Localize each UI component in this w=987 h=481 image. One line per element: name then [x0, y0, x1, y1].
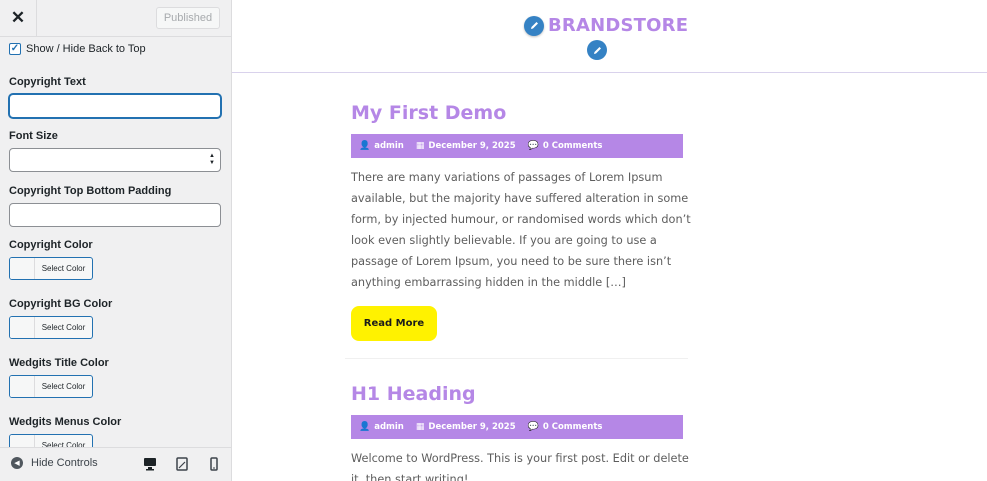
publish-button[interactable]: Published — [156, 7, 220, 29]
checkmark-icon: ✓ — [10, 43, 20, 54]
mobile-icon — [210, 457, 218, 471]
mobile-preview-button[interactable] — [207, 457, 221, 471]
hide-controls-label: Hide Controls — [31, 457, 98, 469]
select-color-label: Select Color — [41, 382, 86, 391]
author-name: admin — [374, 141, 404, 151]
comments-text: 0 Comments — [542, 141, 603, 151]
read-more-button[interactable]: Read More — [351, 306, 437, 341]
copyright-padding-label: Copyright Top Bottom Padding — [9, 185, 172, 197]
select-color-label: Select Color — [41, 323, 86, 332]
select-color-label: Select Color — [41, 264, 86, 273]
select-color-label: Select Color — [41, 441, 86, 447]
number-stepper-icon[interactable]: ▲ ▼ — [208, 153, 216, 167]
tablet-icon — [176, 457, 188, 471]
post-excerpt: There are many variations of passages of… — [351, 171, 691, 289]
post-date[interactable]: ▦ December 9, 2025 — [416, 141, 516, 151]
post-comments[interactable]: 💬 0 Comments — [528, 141, 603, 151]
back-to-top-checkbox[interactable]: ✓ — [9, 43, 21, 55]
comments-icon: 💬 — [527, 141, 539, 151]
edit-shortcut-icon[interactable] — [524, 15, 544, 36]
post-card: My First Demo 👤 admin ▦ December 9, 2025 💬… — [351, 102, 691, 341]
post-card: H1 Heading 👤 admin ▦ December 9, 2025 💬 0 C… — [351, 383, 689, 481]
post-meta-bar: 👤 admin ▦ December 9, 2025 💬 0 Comments — [351, 415, 683, 439]
hide-controls-button[interactable]: ◀ Hide Controls — [11, 457, 98, 469]
color-swatch — [10, 435, 35, 447]
brand-name: BRANDSTORE — [548, 15, 689, 36]
post-title[interactable]: My First Demo — [351, 102, 683, 124]
widgets-menus-color-button[interactable]: Select Color — [9, 434, 93, 447]
sidebar-controls: ✓ Show / Hide Back to Top Copyright Text… — [0, 37, 231, 447]
widgets-menus-color-label: Wedgits Menus Color — [9, 416, 122, 428]
copyright-color-button[interactable]: Select Color — [9, 257, 93, 280]
post-meta-bar: 👤 admin ▦ December 9, 2025 💬 0 Comments — [351, 134, 683, 158]
edit-shortcut-icon[interactable] — [587, 40, 607, 60]
site-logo[interactable]: BRANDSTORE — [524, 15, 688, 36]
collapse-arrow-icon: ◀ — [11, 457, 23, 469]
post-author[interactable]: 👤 admin — [359, 422, 404, 432]
comments-icon: 💬 — [527, 422, 539, 432]
copyright-padding-input[interactable] — [9, 203, 221, 227]
close-icon: ✕ — [10, 8, 26, 27]
comments-text: 0 Comments — [542, 422, 603, 432]
user-icon: 👤 — [359, 422, 371, 432]
close-customizer-button[interactable]: ✕ — [0, 0, 37, 36]
copyright-text-label: Copyright Text — [9, 76, 86, 88]
header-divider — [232, 72, 987, 73]
sidebar-footer: ◀ Hide Controls — [0, 447, 231, 481]
post-excerpt: Welcome to WordPress. This is your first… — [351, 452, 689, 481]
customizer-sidebar: ✕ Published ✓ Show / Hide Back to Top Co… — [0, 0, 232, 481]
color-swatch — [10, 258, 35, 279]
color-swatch — [10, 376, 35, 397]
sidebar-header: ✕ Published — [0, 0, 231, 37]
author-name: admin — [374, 422, 404, 432]
copyright-bg-color-label: Copyright BG Color — [9, 298, 113, 310]
desktop-icon — [144, 458, 156, 471]
font-size-label: Font Size — [9, 130, 58, 142]
copyright-bg-color-button[interactable]: Select Color — [9, 316, 93, 339]
desktop-preview-button[interactable] — [143, 457, 157, 471]
copyright-text-input[interactable] — [9, 94, 221, 118]
back-to-top-label: Show / Hide Back to Top — [26, 43, 146, 55]
copyright-color-label: Copyright Color — [9, 239, 93, 251]
post-date[interactable]: ▦ December 9, 2025 — [416, 422, 516, 432]
site-preview: BRANDSTORE My First Demo 👤 admin ▦ Decembe… — [232, 0, 987, 481]
tablet-preview-button[interactable] — [175, 457, 189, 471]
color-swatch — [10, 317, 35, 338]
post-author[interactable]: 👤 admin — [359, 141, 404, 151]
post-title[interactable]: H1 Heading — [351, 383, 683, 405]
calendar-icon: ▦ — [415, 422, 425, 432]
post-comments[interactable]: 💬 0 Comments — [528, 422, 603, 432]
font-size-input[interactable]: ▲ ▼ — [9, 148, 221, 172]
date-text: December 9, 2025 — [428, 141, 516, 151]
date-text: December 9, 2025 — [428, 422, 516, 432]
user-icon: 👤 — [359, 141, 371, 151]
widgets-title-color-label: Wedgits Title Color — [9, 357, 109, 369]
back-to-top-toggle[interactable]: ✓ Show / Hide Back to Top — [9, 43, 146, 55]
widgets-title-color-button[interactable]: Select Color — [9, 375, 93, 398]
post-separator — [345, 358, 688, 359]
calendar-icon: ▦ — [415, 141, 425, 151]
